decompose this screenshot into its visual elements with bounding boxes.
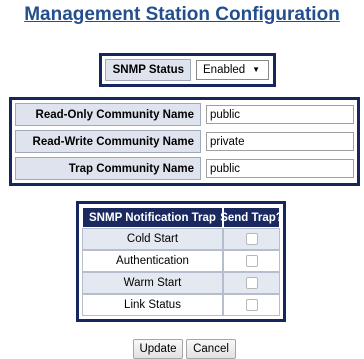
trap-row-cold-start: Cold Start: [82, 228, 223, 250]
snmp-status-label: SNMP Status: [105, 59, 191, 81]
snmp-status-panel: SNMP Status Enabled ▼: [99, 53, 276, 87]
community-panel: Read-Only Community Name public Read-Wri…: [9, 97, 360, 186]
link-status-checkbox[interactable]: [245, 299, 258, 311]
cancel-button[interactable]: Cancel: [186, 339, 236, 359]
trap-community-label: Trap Community Name: [15, 157, 201, 180]
trap-cell-authentication: [223, 250, 280, 272]
trap-row-authentication: Authentication: [82, 250, 223, 272]
trap-cell-cold-start: [223, 228, 280, 250]
read-write-community-label: Read-Write Community Name: [15, 130, 201, 153]
page-title: Management Station Configuration: [24, 4, 340, 25]
read-only-community-input[interactable]: public: [206, 105, 354, 124]
authentication-checkbox[interactable]: [245, 255, 258, 267]
read-only-community-label: Read-Only Community Name: [15, 103, 201, 126]
notification-trap-table: SNMP Notification Trap Send Trap? Cold S…: [76, 201, 286, 322]
trap-community-input[interactable]: public: [206, 159, 354, 178]
read-write-community-input[interactable]: private: [206, 132, 354, 151]
trap-cell-link-status: [223, 294, 280, 316]
chevron-down-icon: ▼: [252, 65, 260, 74]
cold-start-checkbox[interactable]: [245, 233, 258, 245]
trap-cell-warm-start: [223, 272, 280, 294]
update-button[interactable]: Update: [133, 339, 183, 359]
warm-start-checkbox[interactable]: [245, 277, 258, 289]
trap-row-warm-start: Warm Start: [82, 272, 223, 294]
trap-row-link-status: Link Status: [82, 294, 223, 316]
trap-column-header: SNMP Notification Trap: [82, 207, 223, 228]
send-trap-column-header: Send Trap?: [220, 207, 283, 228]
snmp-status-value: Enabled: [203, 64, 246, 76]
snmp-status-select[interactable]: Enabled ▼: [196, 60, 269, 80]
